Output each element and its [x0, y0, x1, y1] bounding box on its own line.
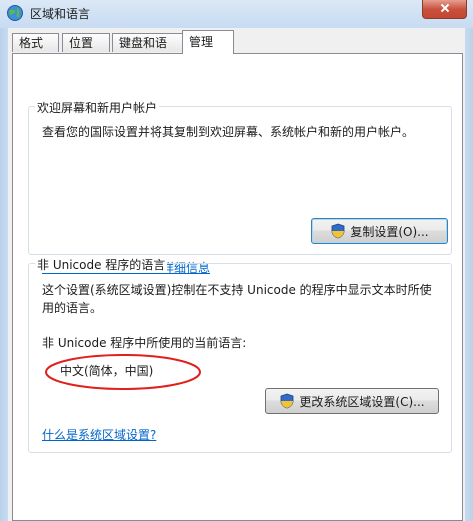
tab-keyboards-languages[interactable]: 键盘和语言	[112, 33, 184, 69]
group-title: 非 Unicode 程序的语言	[35, 256, 168, 273]
welcome-screen-group: 欢迎屏幕和新用户帐户 查看您的国际设置并将其复制到欢迎屏幕、系统帐户和新的用户帐…	[28, 99, 452, 275]
close-button[interactable]	[422, 0, 467, 19]
uac-shield-icon	[331, 223, 345, 239]
non-unicode-description-line2: 用的语言。	[42, 301, 103, 315]
welcome-description: 查看您的国际设置并将其复制到欢迎屏幕、系统帐户和新的用户帐户。	[42, 125, 415, 139]
current-language-label: 非 Unicode 程序中所使用的当前语言:	[42, 336, 247, 350]
group-title: 欢迎屏幕和新用户帐户	[35, 99, 160, 116]
window-border-right	[465, 28, 473, 521]
copy-settings-button[interactable]: 复制设置(O)...	[311, 218, 448, 244]
annotation-ellipse	[45, 354, 201, 390]
change-system-locale-label: 更改系统区域设置(C)...	[299, 394, 425, 409]
tab-location[interactable]: 位置	[62, 33, 110, 52]
globe-icon	[7, 5, 23, 21]
dialog-client-area: 格式 位置 键盘和语言 管理 欢迎屏幕和新用户帐户 查看您的国际设置并将其复制到…	[8, 28, 465, 521]
window-border-left	[0, 28, 8, 521]
tab-label: 管理	[189, 35, 214, 49]
what-is-system-locale-link[interactable]: 什么是系统区域设置?	[42, 426, 156, 443]
tab-panel-administrative: 欢迎屏幕和新用户帐户 查看您的国际设置并将其复制到欢迎屏幕、系统帐户和新的用户帐…	[12, 53, 463, 521]
tab-formats[interactable]: 格式	[12, 33, 59, 52]
change-system-locale-button[interactable]: 更改系统区域设置(C)...	[265, 388, 439, 414]
title-bar[interactable]: 区域和语言	[0, 0, 473, 28]
uac-shield-icon	[281, 393, 294, 409]
non-unicode-description-line1: 这个设置(系统区域设置)控制在不支持 Unicode 的程序中显示文本时所使	[42, 283, 432, 297]
tab-administrative[interactable]: 管理	[182, 30, 234, 54]
window-title: 区域和语言	[30, 7, 91, 21]
tab-label: 格式	[19, 36, 44, 50]
copy-settings-label: 复制设置(O)...	[350, 224, 429, 239]
tab-label: 位置	[69, 36, 94, 50]
